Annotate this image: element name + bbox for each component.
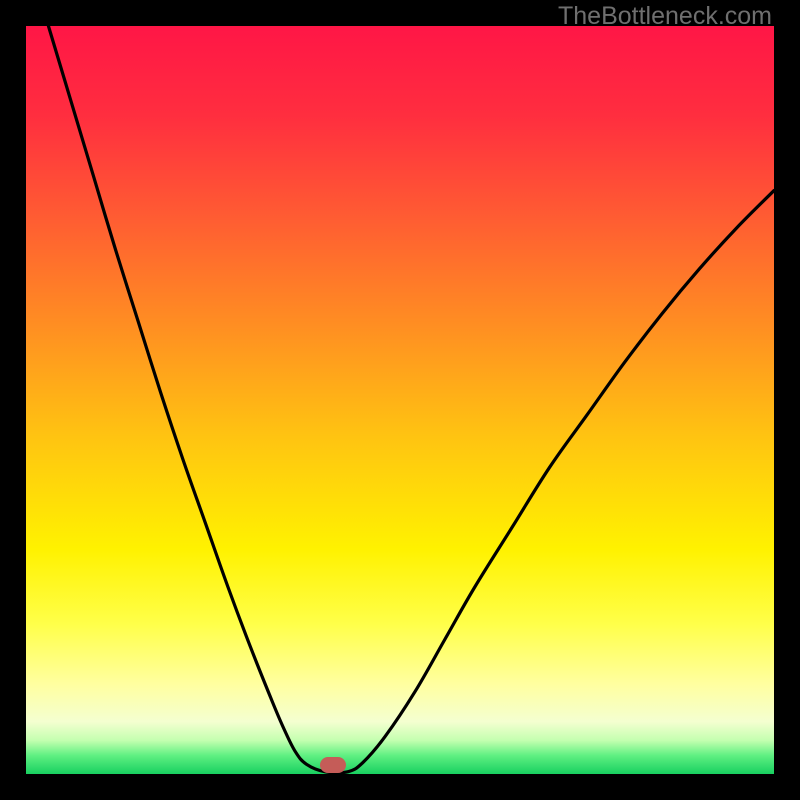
watermark-text: TheBottleneck.com	[558, 2, 772, 31]
bottleneck-marker	[320, 757, 346, 773]
plot-frame	[26, 26, 774, 774]
bottleneck-curve	[26, 26, 774, 774]
